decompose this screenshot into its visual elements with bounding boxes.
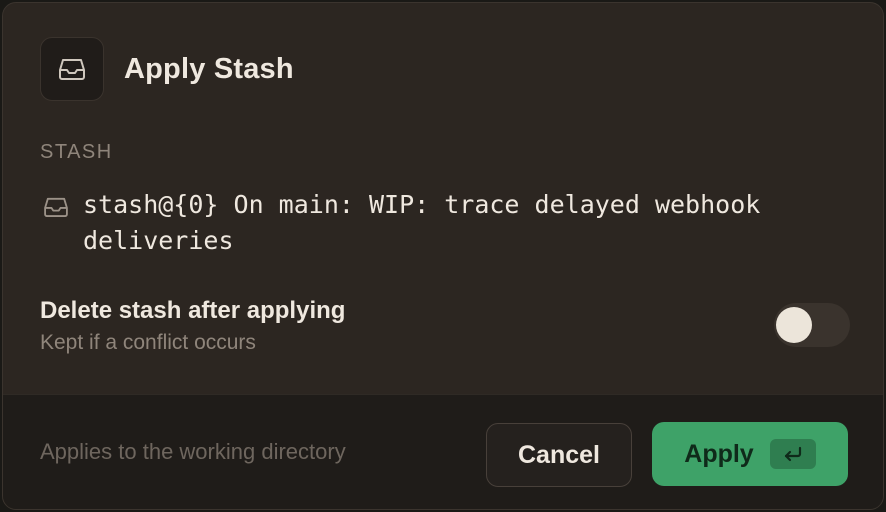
stash-section-label: STASH (40, 141, 113, 163)
apply-button[interactable]: Apply (652, 422, 848, 486)
dialog-title: Apply Stash (124, 52, 294, 85)
cancel-button[interactable]: Cancel (486, 423, 632, 487)
delete-stash-option: Delete stash after applying Kept if a co… (40, 295, 345, 359)
toggle-knob (776, 307, 812, 343)
cancel-button-label: Cancel (518, 440, 600, 469)
footer-hint: Applies to the working directory (40, 439, 346, 464)
enter-key-icon (769, 439, 816, 469)
stash-entry-text: stash@{0} On main: WIP: trace delayed we… (83, 190, 761, 255)
option-subtitle: Kept if a conflict occurs (40, 331, 256, 354)
stash-entry: stash@{0} On main: WIP: trace delayed we… (40, 187, 850, 259)
inbox-icon (40, 37, 104, 101)
option-title: Delete stash after applying (40, 297, 346, 324)
apply-stash-dialog: Apply Stash STASH stash@{0} On main: WIP… (2, 2, 884, 510)
dialog-footer: Applies to the working directory Cancel … (3, 394, 883, 509)
inbox-icon (40, 191, 72, 223)
apply-button-label: Apply (684, 439, 754, 468)
delete-stash-toggle[interactable] (774, 303, 850, 347)
dialog-header: Apply Stash (40, 37, 294, 101)
